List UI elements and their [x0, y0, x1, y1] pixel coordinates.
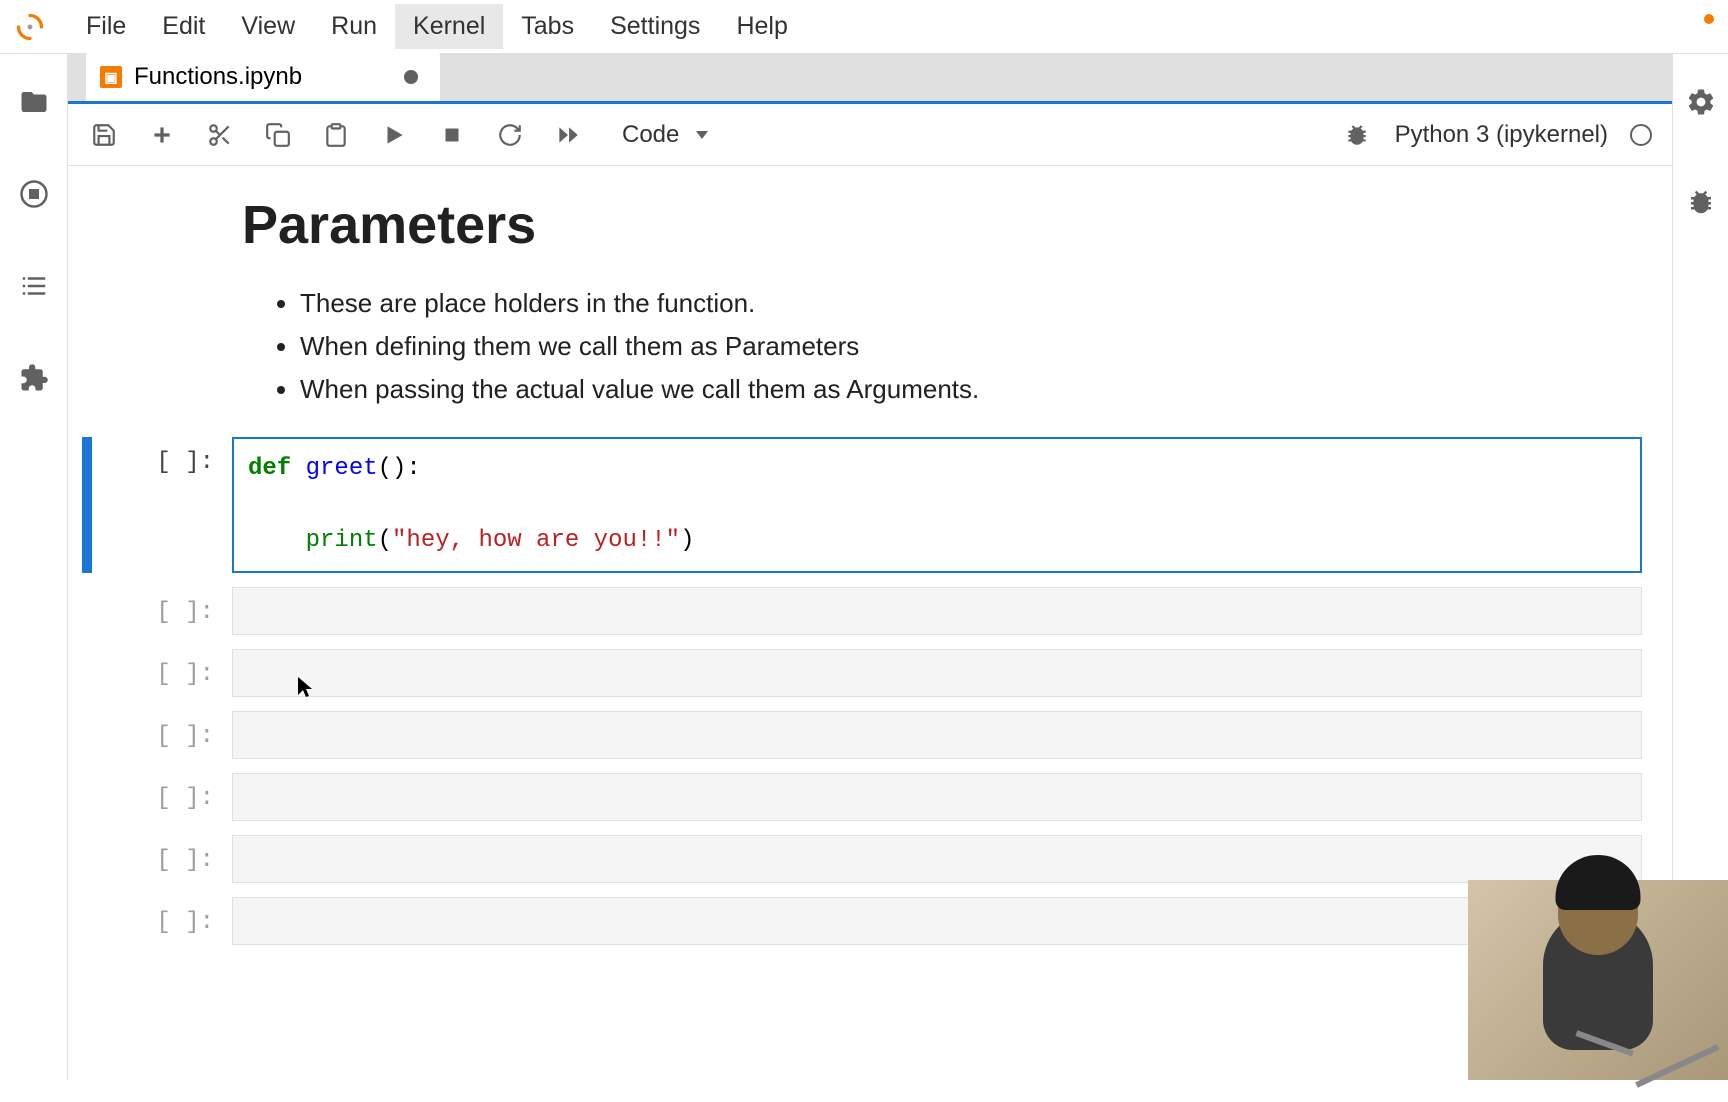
cell-prompt: [ ]:	[82, 587, 232, 635]
tab-filename: Functions.ipynb	[134, 63, 302, 91]
running-terminals-icon[interactable]	[16, 176, 52, 212]
cell-prompt: [ ]:	[82, 649, 232, 697]
restart-run-all-button[interactable]	[552, 119, 584, 151]
cell-prompt: [ ]:	[82, 773, 232, 821]
menu-edit[interactable]: Edit	[144, 4, 223, 49]
cell-prompt: [ ]:	[82, 897, 232, 945]
code-cell[interactable]: [ ]:	[82, 773, 1642, 821]
folder-icon[interactable]	[16, 84, 52, 120]
code-input[interactable]	[232, 711, 1642, 759]
menu-settings[interactable]: Settings	[592, 4, 718, 49]
webcam-overlay	[1468, 880, 1728, 1080]
copy-button[interactable]	[262, 119, 294, 151]
cell-type-select[interactable]: Code	[610, 115, 718, 154]
markdown-cell[interactable]: Parameters These are place holders in th…	[82, 194, 1642, 409]
status-dot-icon	[1704, 14, 1714, 24]
kernel-status-icon[interactable]	[1630, 124, 1652, 146]
extensions-icon[interactable]	[16, 360, 52, 396]
code-input[interactable]	[232, 773, 1642, 821]
code-cell[interactable]: [ ]:def greet(): print("hey, how are you…	[82, 437, 1642, 573]
code-cell[interactable]: [ ]:	[82, 711, 1642, 759]
code-input[interactable]	[232, 649, 1642, 697]
code-input[interactable]	[232, 835, 1642, 883]
debugger-icon[interactable]	[1341, 119, 1373, 151]
code-input[interactable]	[232, 587, 1642, 635]
paste-button[interactable]	[320, 119, 352, 151]
content-column: ▣ Functions.ipynb	[68, 54, 1672, 1080]
cell-prompt: [ ]:	[82, 437, 232, 573]
run-button[interactable]	[378, 119, 410, 151]
left-sidebar	[0, 54, 68, 1080]
menu-tabs[interactable]: Tabs	[503, 4, 592, 49]
kernel-name[interactable]: Python 3 (ipykernel)	[1395, 121, 1608, 149]
menu-view[interactable]: View	[223, 4, 313, 49]
markdown-list: These are place holders in the function.…	[242, 284, 1642, 409]
code-cell[interactable]: [ ]:	[82, 649, 1642, 697]
tab-bar: ▣ Functions.ipynb	[68, 54, 1672, 104]
restart-button[interactable]	[494, 119, 526, 151]
save-button[interactable]	[88, 119, 120, 151]
stop-button[interactable]	[436, 119, 468, 151]
code-cell[interactable]: [ ]:	[82, 835, 1642, 883]
cell-type-select-wrap: Code	[610, 115, 718, 154]
toc-icon[interactable]	[16, 268, 52, 304]
notebook-icon: ▣	[100, 66, 122, 88]
menu-help[interactable]: Help	[718, 4, 805, 49]
markdown-title: Parameters	[242, 194, 1642, 256]
menu-run[interactable]: Run	[313, 4, 395, 49]
cut-button[interactable]	[204, 119, 236, 151]
notebook-panel: Parameters These are place holders in th…	[68, 166, 1672, 1080]
presenter-silhouette	[1543, 910, 1653, 1050]
cell-prompt: [ ]:	[82, 711, 232, 759]
notebook-toolbar: Code Python 3 (ipykernel)	[68, 104, 1672, 166]
unsaved-dot-icon	[404, 70, 418, 84]
jupyter-logo-icon	[12, 9, 48, 45]
microphone-arm	[1635, 1044, 1719, 1087]
markdown-bullet: When passing the actual value we call th…	[300, 370, 1642, 409]
menu-file[interactable]: File	[68, 4, 144, 49]
markdown-bullet: These are place holders in the function.	[300, 284, 1642, 323]
property-inspector-icon[interactable]	[1683, 84, 1719, 120]
code-cell[interactable]: [ ]:	[82, 587, 1642, 635]
debugger-panel-icon[interactable]	[1683, 184, 1719, 220]
code-cell[interactable]: [ ]:	[82, 897, 1642, 945]
menubar: FileEditViewRunKernelTabsSettingsHelp	[0, 0, 1728, 54]
markdown-bullet: When defining them we call them as Param…	[300, 327, 1642, 366]
notebook-tab[interactable]: ▣ Functions.ipynb	[86, 53, 440, 104]
code-input[interactable]: def greet(): print("hey, how are you!!")	[232, 437, 1642, 573]
menu-kernel[interactable]: Kernel	[395, 4, 503, 49]
code-input[interactable]	[232, 897, 1642, 945]
cell-prompt: [ ]:	[82, 835, 232, 883]
add-cell-button[interactable]	[146, 119, 178, 151]
